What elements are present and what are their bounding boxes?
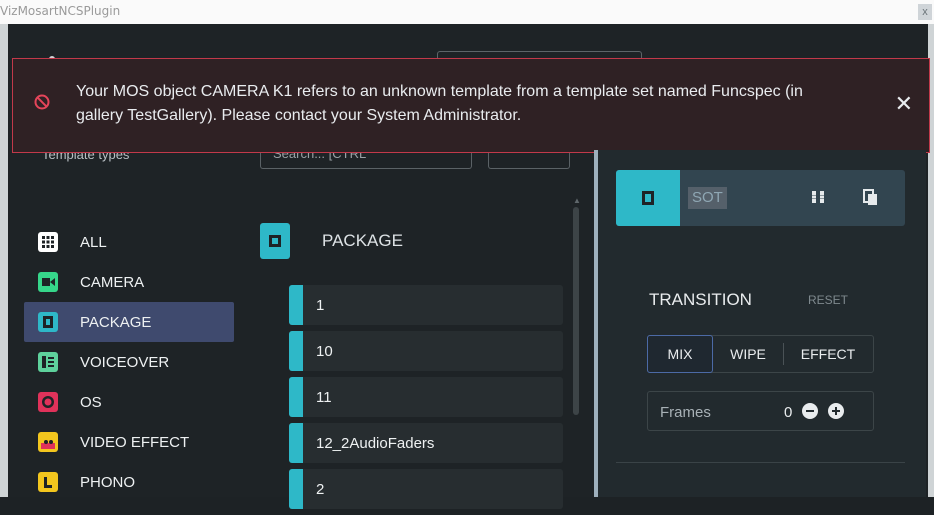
close-alert-icon[interactable]: ✕	[895, 93, 913, 115]
selected-template-card[interactable]: SOT	[616, 170, 905, 226]
list-item[interactable]: 10	[289, 331, 563, 371]
list-item-label: 2	[316, 481, 325, 498]
type-label: PACKAGE	[80, 313, 152, 331]
window-titlebar: VizMosartNCSPlugin x	[0, 0, 934, 25]
list-item[interactable]: 2	[289, 469, 563, 509]
list-item-label: 10	[316, 343, 333, 360]
type-label: VOICEOVER	[80, 353, 170, 371]
increment-icon[interactable]	[828, 403, 844, 419]
prohibited-icon	[34, 94, 50, 110]
type-label: PHONO	[80, 473, 136, 491]
film-icon	[260, 223, 290, 259]
type-item-all[interactable]: ALL	[24, 222, 234, 262]
list-item-accent	[289, 331, 303, 371]
film-icon	[616, 170, 680, 226]
voiceover-icon	[38, 352, 58, 372]
transition-type-selector: MIX WIPE EFFECT	[647, 335, 874, 373]
type-item-voiceover[interactable]: VOICEOVER	[24, 342, 234, 382]
list-item-accent	[289, 285, 303, 325]
error-alert: Your MOS object CAMERA K1 refers to an u…	[12, 58, 930, 153]
camera-icon	[38, 272, 58, 292]
transition-option-effect[interactable]: EFFECT	[784, 336, 872, 372]
list-item-accent	[289, 469, 303, 509]
window-close-button[interactable]: x	[918, 4, 932, 20]
transition-option-wipe[interactable]: WIPE	[713, 336, 783, 372]
type-label: ALL	[80, 233, 107, 251]
drag-handle-icon[interactable]	[811, 190, 825, 204]
list-item-accent	[289, 423, 303, 463]
type-item-phono[interactable]: PHONO	[24, 462, 234, 502]
type-label: OS	[80, 393, 102, 411]
package-template-list: 1 10 11 12_2AudioFaders 2	[289, 285, 563, 515]
record-icon	[38, 392, 58, 412]
list-item-accent	[289, 377, 303, 417]
type-item-camera[interactable]: CAMERA	[24, 262, 234, 302]
template-type-list: ALL CAMERA PACKAGE VOICEOVER OS VIDEO EF…	[24, 222, 234, 502]
list-item-label: 1	[316, 297, 325, 314]
phone-icon	[38, 472, 58, 492]
type-item-package[interactable]: PACKAGE	[24, 302, 234, 342]
grid-icon	[38, 232, 58, 252]
window-title: VizMosartNCSPlugin	[0, 4, 121, 18]
type-item-os[interactable]: OS	[24, 382, 234, 422]
frames-stepper: Frames 0	[647, 391, 874, 431]
list-item[interactable]: 12_2AudioFaders	[289, 423, 563, 463]
type-label: VIDEO EFFECT	[80, 433, 190, 451]
window-frame-left	[0, 24, 8, 497]
card-name-field[interactable]: SOT	[688, 187, 727, 209]
scroll-up-arrow-icon[interactable]: ▲	[573, 196, 581, 205]
list-item-label: 11	[316, 389, 332, 406]
reset-button[interactable]: RESET	[808, 293, 848, 307]
package-header-label: PACKAGE	[322, 231, 403, 250]
list-item[interactable]: 11	[289, 377, 563, 417]
error-message: Your MOS object CAMERA K1 refers to an u…	[76, 83, 803, 124]
package-header: PACKAGE	[260, 222, 403, 260]
decrement-icon[interactable]	[802, 403, 818, 419]
transition-option-mix[interactable]: MIX	[647, 335, 713, 373]
film-icon	[38, 312, 58, 332]
effect-icon	[38, 432, 58, 452]
frames-value[interactable]: 0	[784, 404, 792, 421]
type-item-video-effect[interactable]: VIDEO EFFECT	[24, 422, 234, 462]
copy-icon[interactable]	[862, 188, 878, 206]
transition-title: TRANSITION	[649, 290, 752, 309]
frames-label: Frames	[660, 404, 711, 421]
panel-divider	[616, 462, 905, 463]
type-label: CAMERA	[80, 273, 145, 291]
list-item[interactable]: 1	[289, 285, 563, 325]
list-item-label: 12_2AudioFaders	[316, 435, 435, 452]
list-scrollbar[interactable]	[573, 207, 579, 415]
